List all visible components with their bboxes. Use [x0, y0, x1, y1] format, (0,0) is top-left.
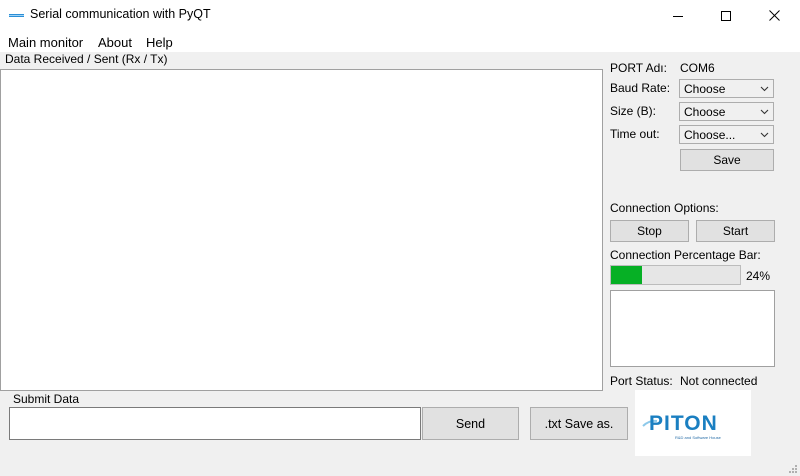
chevron-down-icon: [760, 109, 769, 115]
size-select[interactable]: Choose: [679, 102, 774, 121]
chevron-down-icon: [760, 132, 769, 138]
baud-rate-value: Choose: [684, 82, 726, 96]
submit-data-input[interactable]: [9, 407, 421, 440]
timeout-label: Time out:: [610, 127, 660, 141]
menu-main-monitor[interactable]: Main monitor: [8, 35, 83, 50]
port-value: COM6: [680, 61, 715, 75]
save-settings-button[interactable]: Save: [680, 149, 774, 171]
timeout-select[interactable]: Choose...: [679, 125, 774, 144]
baud-rate-select[interactable]: Choose: [679, 79, 774, 98]
connection-log-box[interactable]: [610, 290, 775, 367]
start-button[interactable]: Start: [696, 220, 775, 242]
send-button[interactable]: Send: [422, 407, 519, 440]
menu-about[interactable]: About: [98, 35, 132, 50]
connection-progress-bar: [610, 265, 741, 285]
stop-button[interactable]: Stop: [610, 220, 689, 242]
port-label: PORT Adı:: [610, 61, 667, 75]
submit-data-label: Submit Data: [13, 392, 80, 406]
progress-label: Connection Percentage Bar:: [610, 248, 761, 262]
maximize-button[interactable]: [703, 0, 749, 31]
connection-options-label: Connection Options:: [610, 201, 719, 215]
logo-tagline: R&D and Software House: [675, 435, 721, 440]
menu-help[interactable]: Help: [146, 35, 173, 50]
timeout-value: Choose...: [684, 128, 736, 142]
data-received-textarea[interactable]: [0, 69, 603, 391]
size-label: Size (B):: [610, 104, 657, 118]
port-status-value: Not connected: [680, 374, 758, 388]
port-status-label: Port Status:: [610, 374, 673, 388]
minimize-button[interactable]: [655, 0, 701, 31]
baud-rate-label: Baud Rate:: [610, 81, 671, 95]
app-icon: [9, 14, 24, 17]
maximize-icon: [721, 10, 731, 21]
minimize-icon: [673, 15, 683, 17]
data-panel-label: Data Received / Sent (Rx / Tx): [5, 52, 168, 66]
logo-text: PITON: [649, 412, 718, 435]
close-icon: [768, 10, 780, 21]
resize-grip-icon[interactable]: [787, 463, 798, 474]
progress-percent-text: 24%: [746, 269, 771, 283]
piton-logo: PITON R&D and Software House: [635, 390, 751, 456]
save-txt-button[interactable]: .txt Save as.: [530, 407, 628, 440]
close-button[interactable]: [751, 0, 797, 31]
size-value: Choose: [684, 105, 726, 119]
progress-fill: [611, 266, 642, 284]
window-title: Serial communication with PyQT: [30, 7, 211, 21]
chevron-down-icon: [760, 86, 769, 92]
